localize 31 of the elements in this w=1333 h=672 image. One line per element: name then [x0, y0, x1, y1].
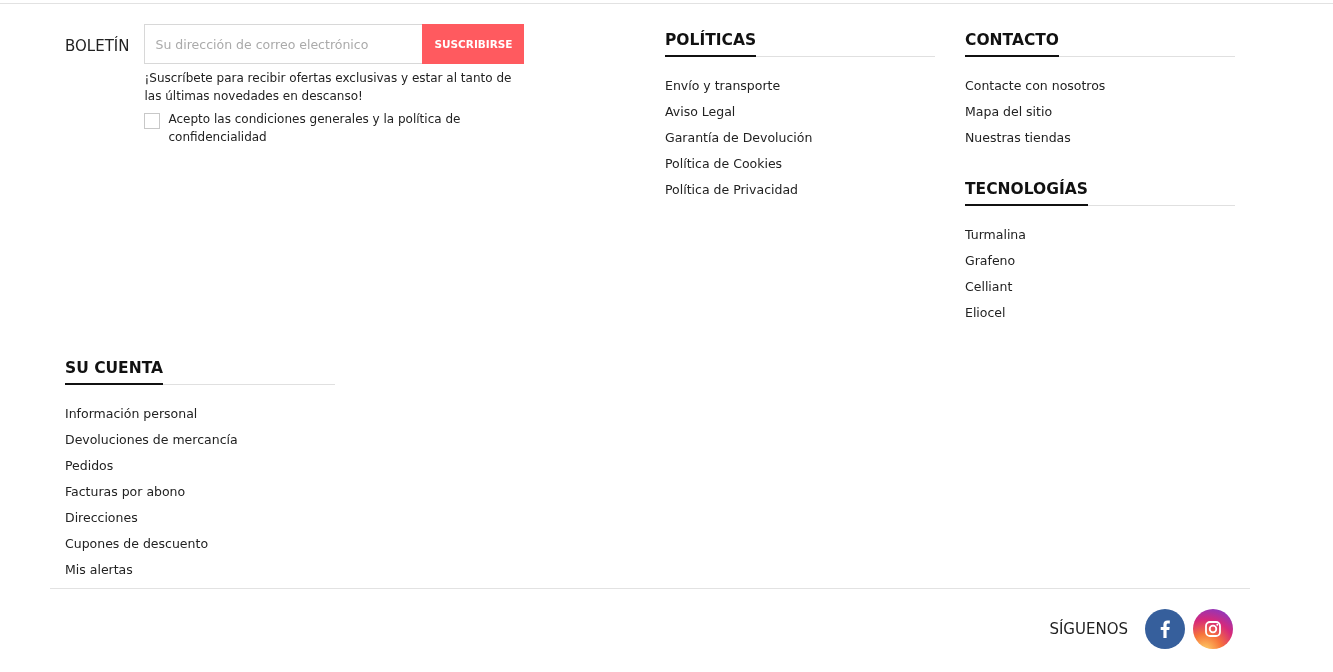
footer-link[interactable]: Garantía de Devolución — [665, 130, 813, 145]
footer-link[interactable]: Mapa del sitio — [965, 104, 1053, 119]
footer-link[interactable]: Contacte con nosotros — [965, 78, 1106, 93]
consent-label: Acepto las condiciones generales y la política de confidencialidad — [168, 111, 462, 146]
footer-link[interactable]: Grafeno — [965, 253, 1016, 268]
footer-link[interactable]: Eliocel — [965, 305, 1006, 320]
footer-link[interactable]: Direcciones — [65, 510, 138, 525]
section-heading: CONTACTO — [965, 24, 1059, 57]
newsletter-description: ¡Suscríbete para recibir ofertas exclusivas y estar al tanto de las últimas novedades en descanso! — [144, 70, 513, 105]
instagram-icon[interactable] — [1193, 609, 1233, 649]
footer-link[interactable]: Política de Cookies — [665, 156, 783, 171]
section-heading: TECNOLOGÍAS — [965, 173, 1088, 206]
footer-link[interactable]: Información personal — [65, 406, 198, 421]
footer-link[interactable]: Devoluciones de mercancía — [65, 432, 238, 447]
follow-us-label: SÍGUENOS — [1049, 620, 1128, 638]
footer-link[interactable]: Nuestras tiendas — [965, 130, 1071, 145]
footer-link[interactable]: Facturas por abono — [65, 484, 186, 499]
email-field[interactable]: Su dirección de correo electrónico — [144, 24, 423, 64]
footer-link[interactable]: Cupones de descuento — [65, 536, 209, 551]
footer-link[interactable]: Envío y transporte — [665, 78, 781, 93]
footer-link[interactable]: Mis alertas — [65, 562, 133, 577]
footer-link[interactable]: Celliant — [965, 279, 1013, 294]
section-heading: SU CUENTA — [65, 352, 164, 385]
newsletter-label: BOLETÍN — [65, 37, 130, 55]
footer-link[interactable]: Política de Privacidad — [665, 182, 799, 197]
facebook-icon[interactable] — [1145, 609, 1185, 649]
consent-checkbox[interactable] — [144, 113, 161, 129]
footer-link[interactable]: Pedidos — [65, 458, 114, 473]
footer-link[interactable]: Aviso Legal — [665, 104, 736, 119]
section-heading: POLÍTICAS — [665, 24, 757, 57]
footer-link[interactable]: Turmalina — [965, 227, 1026, 242]
